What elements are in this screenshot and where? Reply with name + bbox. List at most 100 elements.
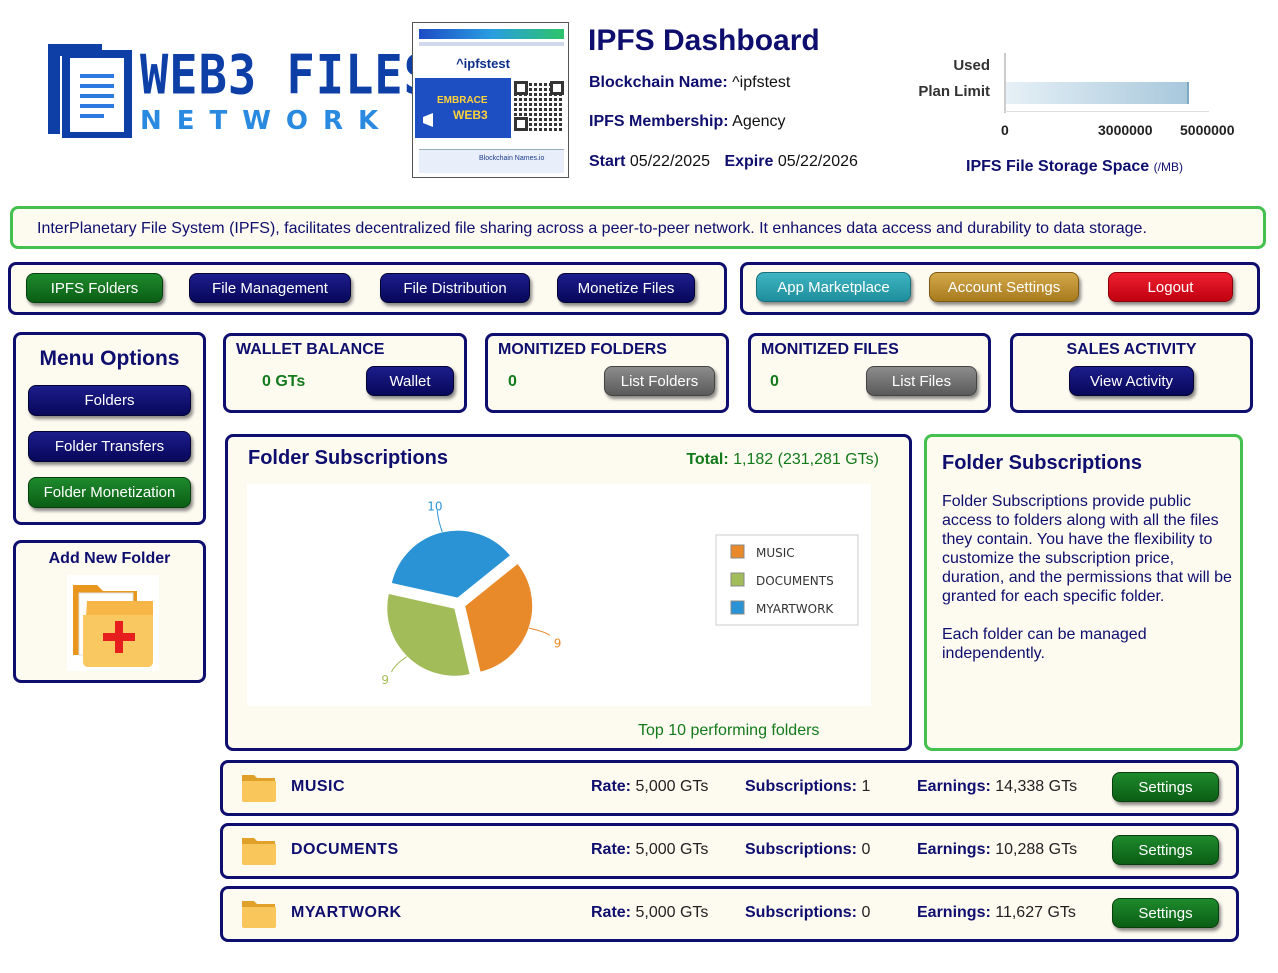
- ipfs-folders-button[interactable]: IPFS Folders: [26, 273, 163, 303]
- storage-tick-0: 0: [1001, 122, 1009, 138]
- start-value: 05/22/2025: [629, 153, 710, 170]
- folder-settings-button[interactable]: Settings: [1112, 898, 1219, 928]
- folder-icon: [242, 775, 276, 802]
- membership-label: IPFS Membership:: [589, 113, 729, 130]
- logo-subtitle: NETWORK: [140, 106, 394, 136]
- folder-subscriptions-label: Subscriptions:: [745, 778, 858, 795]
- membership-dates: Start 05/22/2025 Expire 05/22/2026: [589, 153, 858, 171]
- folder-rate-value: 5,000 GTs: [635, 778, 709, 795]
- folders-button[interactable]: Folders: [28, 385, 191, 416]
- folder-subscriptions: Subscriptions: 0: [745, 904, 870, 922]
- folder-earnings: Earnings: 10,288 GTs: [917, 841, 1077, 859]
- subscriptions-title: Folder Subscriptions: [248, 447, 449, 469]
- subscriptions-total: Total: 1,182 (231,281 GTs): [686, 451, 879, 469]
- document-icon: [48, 44, 132, 138]
- card-web3: WEB3: [453, 108, 488, 122]
- monitized-folders-value: 0: [508, 373, 517, 390]
- membership-card[interactable]: ^ipfstest EMBRACE WEB3 Blockchain Names.…: [412, 22, 569, 178]
- blockchain-name: Blockchain Name: ^ipfstest: [589, 74, 790, 92]
- storage-baseline: [1004, 111, 1209, 112]
- folder-earnings: Earnings: 14,338 GTs: [917, 778, 1077, 796]
- wallet-value: 0 GTs: [262, 373, 306, 390]
- folder-subscriptions-value: 0: [861, 841, 871, 858]
- file-distribution-button[interactable]: File Distribution: [380, 273, 530, 303]
- folder-name: DOCUMENTS: [291, 841, 399, 858]
- page-title: IPFS Dashboard: [588, 24, 820, 57]
- app-marketplace-button[interactable]: App Marketplace: [756, 272, 911, 302]
- blockchain-name-value: ^ipfstest: [732, 74, 791, 91]
- folder-rate: Rate: 5,000 GTs: [591, 841, 708, 859]
- storage-limit-bar: [1006, 82, 1189, 104]
- storage-title-text: IPFS File Storage Space: [966, 158, 1150, 175]
- logout-button[interactable]: Logout: [1108, 272, 1233, 302]
- folder-icon: [242, 838, 276, 865]
- pie-data-label: 10: [427, 500, 442, 514]
- card-footer: Blockchain Names.io: [419, 149, 564, 173]
- folder-transfers-button[interactable]: Folder Transfers: [28, 431, 191, 462]
- info-title: Folder Subscriptions: [942, 452, 1143, 474]
- card-tagline: [419, 42, 564, 46]
- folder-earnings-value: 11,627 GTs: [995, 904, 1076, 921]
- folder-rate-value: 5,000 GTs: [635, 841, 709, 858]
- folder-subscriptions-label: Subscriptions:: [745, 904, 858, 921]
- info-banner: InterPlanetary File System (IPFS), facil…: [10, 206, 1266, 249]
- subscriptions-total-label: Total:: [686, 451, 729, 468]
- folder-name: MUSIC: [291, 778, 346, 795]
- subscriptions-chart-panel: Folder Subscriptions Total: 1,182 (231,2…: [225, 434, 912, 751]
- folder-earnings-value: 14,338 GTs: [995, 778, 1078, 795]
- legend-swatch-documents: [730, 572, 745, 587]
- folder-rate-label: Rate:: [591, 904, 632, 921]
- folder-subscriptions-label: Subscriptions:: [745, 841, 858, 858]
- folder-row[interactable]: DOCUMENTS Rate: 5,000 GTs Subscriptions:…: [220, 823, 1239, 879]
- menu-title: Menu Options: [39, 347, 180, 370]
- folder-row[interactable]: MYARTWORK Rate: 5,000 GTs Subscriptions:…: [220, 886, 1239, 942]
- storage-chart: Used Plan Limit 0 3000000 5000000 IPFS F…: [900, 45, 1240, 185]
- megaphone-icon: [423, 113, 433, 127]
- storage-used-label: Used: [953, 57, 990, 74]
- pie-data-label: 9: [554, 636, 562, 650]
- folder-settings-button[interactable]: Settings: [1112, 835, 1219, 865]
- list-folders-button[interactable]: List Folders: [604, 366, 715, 396]
- account-settings-button[interactable]: Account Settings: [929, 272, 1079, 302]
- folder-earnings-label: Earnings:: [917, 841, 991, 858]
- pie-leader-line: [390, 656, 408, 673]
- pie-data-label: 9: [381, 673, 389, 687]
- add-folder-icon[interactable]: [67, 575, 159, 671]
- folder-subscriptions-value: 1: [861, 778, 871, 795]
- folder-earnings-value: 10,288 GTs: [995, 841, 1078, 858]
- folder-rate-label: Rate:: [591, 841, 632, 858]
- list-files-button[interactable]: List Files: [866, 366, 977, 396]
- legend-label-music: MUSIC: [756, 546, 795, 560]
- card-embrace: EMBRACE: [437, 95, 488, 106]
- expire-label: Expire: [724, 153, 774, 170]
- brand-logo[interactable]: WEB3 FILES NETWORK: [40, 40, 432, 140]
- legend-swatch-myartwork: [730, 600, 745, 615]
- monitized-files-title: MONITIZED FILES: [761, 341, 899, 358]
- monetize-files-button[interactable]: Monetize Files: [557, 273, 695, 303]
- folder-monetization-button[interactable]: Folder Monetization: [28, 477, 191, 508]
- legend-label-myartwork: MYARTWORK: [756, 602, 834, 616]
- folder-row[interactable]: MUSIC Rate: 5,000 GTs Subscriptions: 1 E…: [220, 760, 1239, 816]
- subscriptions-total-value: 1,182 (231,281 GTs): [733, 451, 879, 468]
- start-label: Start: [589, 153, 626, 170]
- card-ribbon: [419, 29, 564, 39]
- storage-limit-label: Plan Limit: [918, 83, 990, 100]
- logo-title: WEB3 FILES: [140, 44, 433, 108]
- subscriptions-pie-chart: 9 9 10 MUSIC DOCUMENTS MYARTWORK: [247, 484, 871, 706]
- storage-tick-1: 3000000: [1098, 122, 1153, 138]
- folder-rate-value: 5,000 GTs: [635, 904, 709, 921]
- info-paragraph-2: Each folder can be managed independently…: [942, 626, 1147, 662]
- monitized-files-value: 0: [770, 373, 779, 390]
- add-folder-panel[interactable]: Add New Folder: [13, 540, 206, 683]
- file-management-button[interactable]: File Management: [189, 273, 351, 303]
- wallet-button[interactable]: Wallet: [366, 366, 454, 396]
- add-folder-title: Add New Folder: [48, 550, 171, 567]
- folder-rate: Rate: 5,000 GTs: [591, 904, 708, 922]
- view-activity-button[interactable]: View Activity: [1069, 366, 1194, 396]
- subscriptions-info-panel: Folder Subscriptions Folder Subscription…: [924, 434, 1243, 751]
- folder-icon: [242, 901, 276, 928]
- card-banner: EMBRACE WEB3: [415, 78, 511, 138]
- folder-settings-button[interactable]: Settings: [1112, 772, 1219, 802]
- monitized-folders-title: MONITIZED FOLDERS: [498, 341, 667, 358]
- expire-value: 05/22/2026: [777, 153, 858, 170]
